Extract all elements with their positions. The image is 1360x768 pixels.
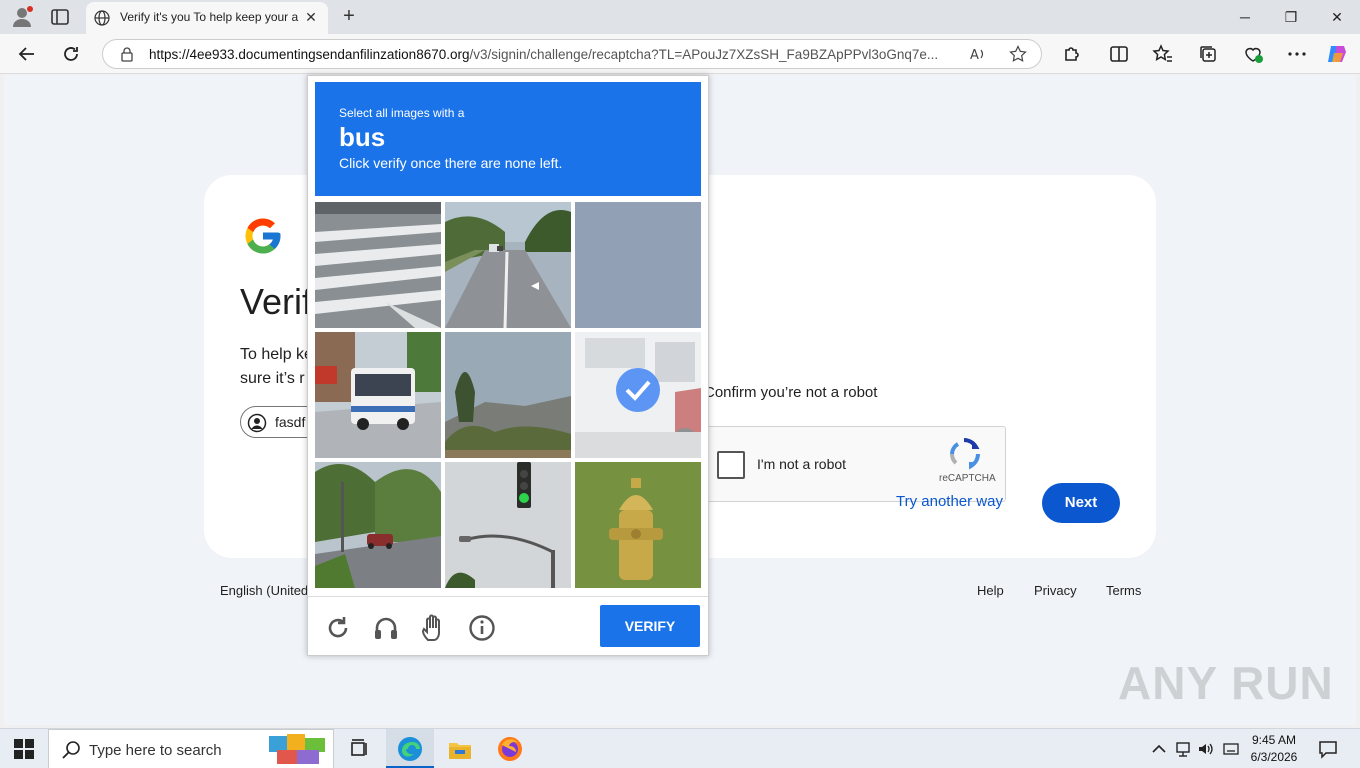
site-info-icon[interactable] <box>119 46 135 62</box>
tab-actions-icon[interactable] <box>50 7 70 27</box>
captcha-tile-traffic-light[interactable] <box>445 462 571 588</box>
svg-text:A: A <box>970 48 979 63</box>
tab-title: Verify it's you To help keep your a <box>120 10 299 24</box>
globe-icon <box>94 10 110 26</box>
more-menu-icon[interactable] <box>1284 41 1310 67</box>
notifications-icon[interactable] <box>1318 739 1338 759</box>
hand-icon[interactable] <box>420 614 448 642</box>
extensions-icon[interactable] <box>1058 41 1084 67</box>
confirm-robot-text: Confirm you’re not a robot <box>704 384 878 401</box>
copilot-icon[interactable] <box>1324 41 1350 67</box>
captcha-tile-sky[interactable] <box>575 202 701 328</box>
search-highlight-puzzle-icon <box>269 734 325 764</box>
recaptcha-brand: reCAPTCHA <box>939 473 996 484</box>
captcha-tile-crosswalk[interactable] <box>315 202 441 328</box>
audio-challenge-icon[interactable] <box>372 614 400 642</box>
minimize-button[interactable]: ─ <box>1230 6 1260 28</box>
try-another-way-link[interactable]: Try another way <box>896 493 1003 510</box>
read-aloud-icon[interactable]: A <box>969 45 987 63</box>
captcha-tile-fire-hydrant[interactable] <box>575 462 701 588</box>
captcha-footer-divider <box>308 596 708 597</box>
firefox-icon[interactable] <box>496 735 524 763</box>
clock-time: 9:45 AM <box>1251 733 1297 747</box>
captcha-tile-bus-closeup[interactable] <box>575 332 701 458</box>
captcha-instruction: Select all images with a <box>339 106 465 120</box>
new-tab-button[interactable]: + <box>338 5 360 27</box>
edge-icon <box>398 737 422 761</box>
profile-icon[interactable] <box>10 5 34 29</box>
captcha-tile-bus[interactable] <box>315 332 441 458</box>
network-icon[interactable] <box>1174 740 1192 758</box>
captcha-header: Select all images with a bus Click verif… <box>315 82 701 196</box>
captcha-challenge: Select all images with a bus Click verif… <box>307 75 709 656</box>
file-explorer-icon[interactable] <box>446 735 474 763</box>
browser-essentials-icon[interactable] <box>1240 41 1266 67</box>
windows-start-icon[interactable] <box>14 739 34 759</box>
verify-button[interactable]: VERIFY <box>600 605 700 647</box>
refresh-icon[interactable] <box>58 41 84 67</box>
active-tab[interactable]: Verify it's you To help keep your a ✕ <box>86 2 328 34</box>
captcha-tile-trees-mountain[interactable] <box>445 332 571 458</box>
privacy-link[interactable]: Privacy <box>1034 583 1077 598</box>
account-icon <box>247 413 267 433</box>
taskbar: Type here to search 9:45 AM 6/3/2026 <box>0 728 1360 768</box>
captcha-target: bus <box>339 122 386 152</box>
ime-keyboard-icon[interactable] <box>1222 740 1240 758</box>
favorite-star-icon[interactable] <box>1009 45 1027 63</box>
captcha-subtext: Click verify once there are none left. <box>339 155 563 171</box>
terms-link[interactable]: Terms <box>1106 583 1141 598</box>
recaptcha-checkbox[interactable] <box>717 451 745 479</box>
collections-icon[interactable] <box>1195 41 1221 67</box>
anyrun-watermark: ANY RUN <box>1118 657 1334 709</box>
page-title: Verif <box>240 281 313 322</box>
system-clock[interactable]: 9:45 AM 6/3/2026 <box>1244 732 1304 766</box>
captcha-tile-street-intersection[interactable] <box>315 462 441 588</box>
recaptcha-logo-icon <box>949 438 980 470</box>
window-close-button[interactable]: ✕ <box>1322 6 1352 28</box>
url-text: https://4ee933.documentingsendanfilinzat… <box>149 47 939 62</box>
task-view-icon[interactable] <box>346 735 374 763</box>
info-icon[interactable] <box>468 614 496 642</box>
address-bar[interactable]: https://4ee933.documentingsendanfilinzat… <box>102 39 1042 69</box>
search-icon <box>62 741 80 759</box>
taskbar-edge-active[interactable] <box>386 729 434 768</box>
clock-date: 6/3/2026 <box>1250 750 1298 764</box>
search-placeholder: Type here to search <box>89 742 222 759</box>
split-screen-icon[interactable] <box>1106 41 1132 67</box>
help-link[interactable]: Help <box>977 583 1004 598</box>
next-button[interactable]: Next <box>1042 483 1120 523</box>
browser-tab-bar: Verify it's you To help keep your a ✕ + … <box>0 0 1360 34</box>
captcha-tile-road-with-cars[interactable] <box>445 202 571 328</box>
account-email: fasdf <box>275 414 306 430</box>
tray-overflow-chevron-icon[interactable] <box>1150 740 1168 758</box>
volume-icon[interactable] <box>1197 740 1215 758</box>
favorites-icon[interactable] <box>1150 41 1176 67</box>
restore-button[interactable]: ❐ <box>1276 6 1306 28</box>
taskbar-search[interactable]: Type here to search <box>48 729 334 768</box>
browser-toolbar: https://4ee933.documentingsendanfilinzat… <box>0 34 1360 74</box>
language-selector[interactable]: English (United <box>220 583 308 598</box>
recaptcha-widget: I'm not a robot reCAPTCHA <box>704 426 1006 502</box>
back-icon[interactable] <box>14 41 40 67</box>
tab-close-icon[interactable]: ✕ <box>302 8 320 26</box>
reload-icon[interactable] <box>324 614 352 642</box>
google-logo-icon <box>245 218 281 254</box>
recaptcha-label: I'm not a robot <box>757 456 847 472</box>
